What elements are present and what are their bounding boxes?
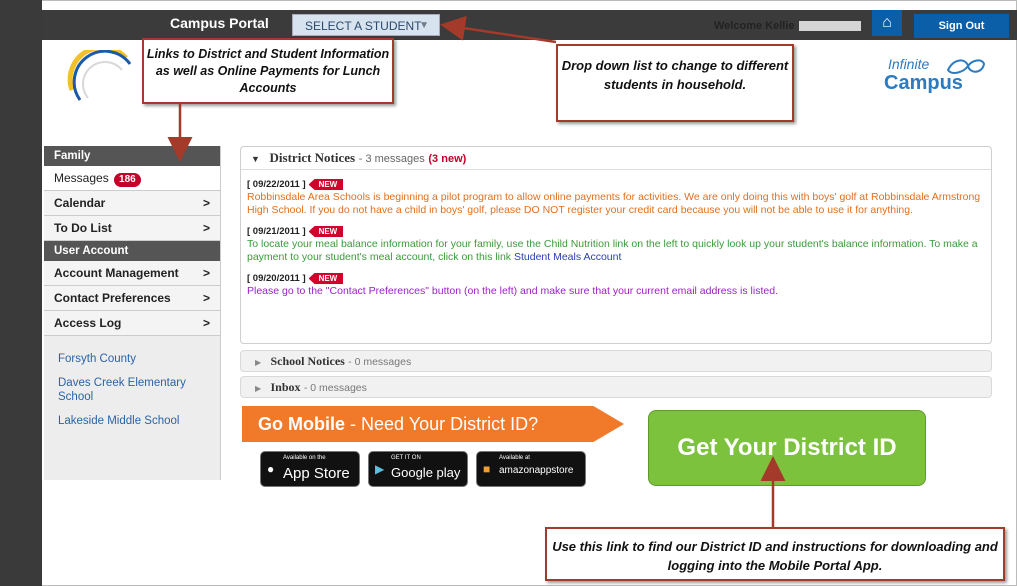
logo-swirl-icon <box>946 59 986 74</box>
sidebar: Family Messages 186 Calendar > To Do Lis… <box>44 146 221 480</box>
home-icon: ⌂ <box>882 14 892 31</box>
district-logo-icon <box>67 50 132 101</box>
sidebar-item-label: Calendar <box>54 196 106 210</box>
callout-district-id: Use this link to find our District ID an… <box>545 527 1005 581</box>
notice-text: Please go to the "Contact Preferences" b… <box>247 285 778 297</box>
sidebar-item-calendar[interactable]: Calendar > <box>44 191 220 216</box>
district-notices-new-count: (3 new) <box>428 153 467 165</box>
sidebar-item-todo[interactable]: To Do List > <box>44 216 220 241</box>
collapsed-triangle-icon: ▶ <box>255 384 262 393</box>
sidebar-item-label: To Do List <box>54 221 112 235</box>
home-button[interactable]: ⌂ <box>872 10 902 36</box>
sign-out-button[interactable]: Sign Out <box>914 14 1009 38</box>
inbox-count: - 0 messages <box>303 382 367 394</box>
notice-text: To locate your meal balance information … <box>247 238 985 264</box>
welcome-text: Welcome Kellie <box>714 20 861 32</box>
apple-icon: ● <box>267 462 275 476</box>
gplay-small-text: GET IT ON <box>391 455 421 461</box>
school-notices-count: - 0 messages <box>348 356 412 368</box>
need-district-id-text: - Need Your District ID? <box>350 414 539 434</box>
notice-item: [ 09/20/2011 ] NEW Please go to the "Con… <box>247 272 985 298</box>
inbox-title: Inbox <box>270 380 301 394</box>
amazon-icon: ■ <box>483 462 491 476</box>
app-store-badge[interactable]: ● Available on the App Store <box>260 451 360 487</box>
appstore-big-text: App Store <box>283 465 350 482</box>
sidebar-header-family: Family <box>44 146 220 166</box>
link-daves-creek-elementary[interactable]: Daves Creek Elementary School <box>58 376 198 404</box>
expand-triangle-icon: ▼ <box>251 154 260 164</box>
callout-links: Links to District and Student Informatio… <box>142 38 394 104</box>
chevron-right-icon: > <box>202 291 210 305</box>
school-notices-title: School Notices <box>270 354 345 368</box>
new-flag: NEW <box>308 273 344 284</box>
portal-title: Campus Portal <box>170 15 269 31</box>
sidebar-item-label: Account Management <box>54 266 179 280</box>
chevron-right-icon: > <box>202 196 210 210</box>
district-notices-title: District Notices <box>269 150 356 165</box>
new-flag: NEW <box>308 179 344 190</box>
notice-date: [ 09/20/2011 ] <box>247 273 306 284</box>
sidebar-item-label: Messages <box>54 171 109 185</box>
select-student-dropdown[interactable]: SELECT A STUDENT ▼ <box>292 14 440 36</box>
logo-infinite-text: Infinite <box>888 56 930 72</box>
play-icon: ▶ <box>375 462 385 476</box>
sidebar-header-user-account: User Account <box>44 241 220 261</box>
sidebar-item-messages[interactable]: Messages 186 <box>44 166 220 191</box>
notice-date: [ 09/21/2011 ] <box>247 226 306 237</box>
amazon-big-text: amazonappstore <box>499 465 574 476</box>
district-notices-header[interactable]: ▼ District Notices - 3 messages (3 new) <box>241 147 991 170</box>
notice-item: [ 09/21/2011 ] NEW To locate your meal b… <box>247 225 985 264</box>
new-flag: NEW <box>308 226 344 237</box>
redacted-surname <box>798 21 861 32</box>
district-notices-count: - 3 messages <box>358 153 425 165</box>
chevron-right-icon: > <box>202 221 210 235</box>
chevron-right-icon: > <box>202 266 210 280</box>
chevron-down-icon: ▼ <box>419 20 429 31</box>
welcome-name: Welcome Kellie <box>714 20 795 32</box>
select-student-label: SELECT A STUDENT <box>305 19 422 33</box>
notice-item: [ 09/22/2011 ] NEW Robbinsdale Area Scho… <box>247 178 985 217</box>
get-district-id-button[interactable]: Get Your District ID <box>648 410 926 486</box>
link-lakeside-middle[interactable]: Lakeside Middle School <box>58 414 220 428</box>
sidebar-item-contact-preferences[interactable]: Contact Preferences > <box>44 286 220 311</box>
messages-count-badge: 186 <box>114 173 141 187</box>
school-links: Forsyth County Daves Creek Elementary Sc… <box>44 336 220 428</box>
google-play-badge[interactable]: ▶ GET IT ON Google play <box>368 451 468 487</box>
amazon-appstore-badge[interactable]: ■ Available at amazonappstore <box>476 451 586 487</box>
notice-text: Robbinsdale Area Schools is beginning a … <box>247 191 981 216</box>
student-meals-account-link[interactable]: Student Meals Account <box>514 251 621 263</box>
sidebar-item-label: Access Log <box>54 316 122 330</box>
go-mobile-banner: Go Mobile - Need Your District ID? <box>242 406 624 442</box>
link-forsyth-county[interactable]: Forsyth County <box>58 352 220 366</box>
chevron-right-icon: > <box>202 316 210 330</box>
notice-date: [ 09/22/2011 ] <box>247 179 306 190</box>
inbox-panel[interactable]: ▶ Inbox - 0 messages <box>240 376 992 398</box>
amazon-small-text: Available at <box>499 455 530 461</box>
sidebar-item-access-log[interactable]: Access Log > <box>44 311 220 336</box>
gplay-big-text: Google play <box>391 465 461 480</box>
school-notices-panel[interactable]: ▶ School Notices - 0 messages <box>240 350 992 372</box>
left-dark-bar <box>0 0 42 586</box>
go-mobile-text: Go Mobile <box>258 414 345 434</box>
district-notices-panel: ▼ District Notices - 3 messages (3 new) … <box>240 146 992 344</box>
appstore-small-text: Available on the <box>283 455 326 461</box>
infinite-campus-logo: Infinite Campus <box>884 56 986 95</box>
sidebar-item-label: Contact Preferences <box>54 291 171 305</box>
callout-dropdown: Drop down list to change to different st… <box>556 44 794 122</box>
sidebar-item-account-management[interactable]: Account Management > <box>44 261 220 286</box>
collapsed-triangle-icon: ▶ <box>255 358 262 367</box>
